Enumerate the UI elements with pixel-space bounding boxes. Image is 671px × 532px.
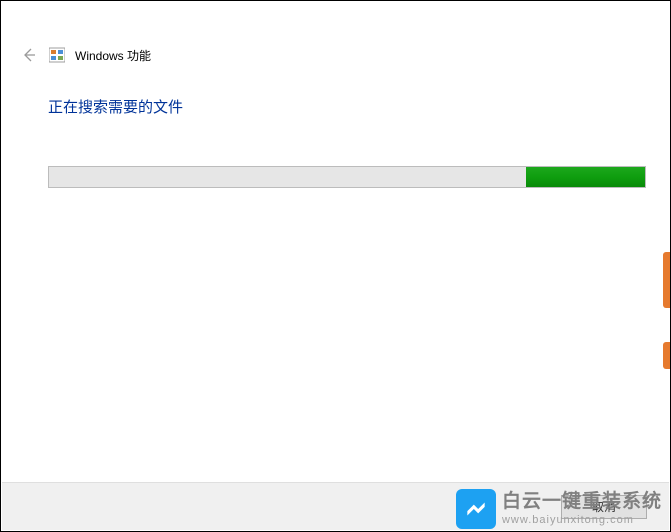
progress-bar	[48, 166, 646, 188]
dialog-footer: 取消	[2, 482, 669, 530]
back-button[interactable]	[19, 45, 39, 65]
side-decoration	[663, 342, 670, 369]
progress-fill	[526, 167, 645, 187]
status-message: 正在搜索需要的文件	[48, 96, 183, 117]
dialog-header: Windows 功能	[19, 45, 151, 65]
windows-features-icon	[49, 47, 65, 63]
back-arrow-icon	[21, 47, 37, 63]
cancel-button[interactable]: 取消	[561, 495, 647, 519]
close-button[interactable]	[636, 9, 660, 33]
dialog-window: Windows 功能 正在搜索需要的文件 取消 白云一键重装系统 www.bai…	[0, 0, 671, 532]
side-decoration	[663, 252, 670, 308]
dialog-title: Windows 功能	[75, 47, 151, 64]
